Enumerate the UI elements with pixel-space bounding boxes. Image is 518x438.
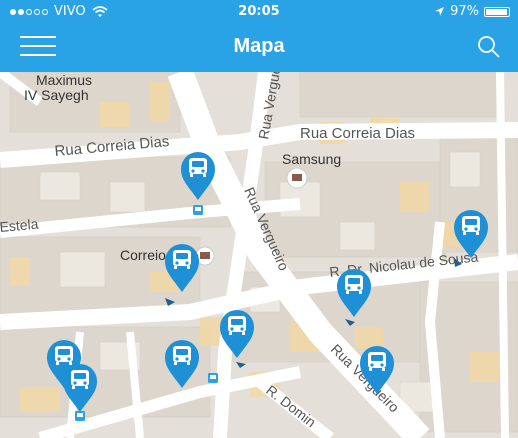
bus-stop-icon[interactable] bbox=[75, 411, 85, 421]
navbar: Mapa bbox=[0, 22, 518, 72]
label-estela: Estela bbox=[0, 216, 39, 235]
page-title: Mapa bbox=[233, 35, 285, 57]
label-maximus: Maximus bbox=[36, 72, 92, 88]
status-bar: VIVO 20:05 97% bbox=[0, 0, 518, 22]
search-icon[interactable] bbox=[476, 34, 502, 60]
location-arrow-icon bbox=[435, 7, 445, 16]
label-rua-correia-dias-right: Rua Correia Dias bbox=[300, 125, 415, 142]
bus-stop-icon[interactable] bbox=[193, 205, 203, 215]
status-right: 97% bbox=[434, 4, 510, 19]
label-samsung: Samsung bbox=[282, 151, 341, 167]
battery-percent: 97% bbox=[450, 4, 479, 19]
label-correios: Correio bbox=[120, 247, 166, 263]
map-view[interactable]: Maximus IV Sayegh Rua Correia Dias Rua C… bbox=[0, 72, 518, 438]
bus-stop-icon[interactable] bbox=[208, 373, 218, 383]
label-maximus-2: IV Sayegh bbox=[24, 87, 89, 103]
battery-icon bbox=[484, 6, 510, 17]
place-marker-samsung[interactable] bbox=[286, 167, 308, 189]
